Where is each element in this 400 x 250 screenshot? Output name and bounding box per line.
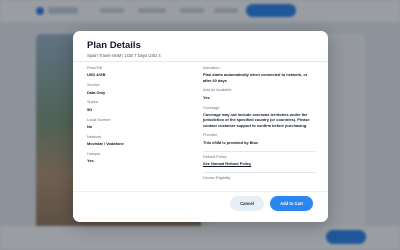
modal-title: Plan Details — [87, 40, 141, 51]
field-label: Hotspot — [87, 151, 101, 156]
field-value: USD 4/GB — [87, 72, 106, 78]
field-hotspot: Hotspot Yes — [87, 152, 187, 164]
field-label: Add-on Available — [203, 88, 232, 93]
field-value: 5G — [87, 106, 93, 112]
divider — [203, 171, 315, 173]
field-add-on: Add-on Available Yes — [203, 88, 315, 100]
field-label: Device Eligibility — [203, 175, 231, 180]
field-value: Yes — [87, 158, 94, 164]
field-network: Network Movistar / Vodafone — [87, 135, 187, 147]
field-value: Movistar / Vodafone — [87, 141, 124, 147]
field-label: Provider — [203, 133, 218, 138]
field-provider: Provider This eSIM is provided by Blue — [203, 133, 315, 145]
field-label: Activation — [203, 66, 220, 70]
left-detail-column: Price/GB USD 4/GB Service Data Only Spee… — [87, 66, 187, 169]
field-label: Coverage — [203, 105, 220, 110]
field-label: Refund Policy — [203, 154, 227, 159]
cancel-button[interactable]: Cancel — [230, 196, 264, 211]
field-label: Service — [87, 83, 100, 88]
field-value: No — [87, 123, 93, 129]
field-value: This eSIM is provided by Blue — [203, 139, 259, 145]
field-local-number: Local Number No — [87, 118, 187, 130]
field-label: Network — [87, 134, 101, 139]
modal-subtitle: Spain Travel eSIM | 1GB 7 Days USD 4 — [87, 53, 161, 58]
field-activation: Activation Plan starts automatically whe… — [203, 66, 315, 83]
add-to-cart-button[interactable]: Add to Cart — [270, 196, 313, 211]
field-price: Price/GB USD 4/GB — [87, 66, 187, 78]
field-value: Yes — [203, 94, 210, 100]
field-value: Data Only — [87, 89, 106, 95]
field-value: Plan starts automatically when connected… — [203, 72, 308, 83]
field-device-eligibility: Device Eligibility — [203, 176, 315, 181]
field-refund-policy: Refund Policy See Nomad Refund Policy — [203, 155, 315, 167]
field-label: Speed — [87, 100, 98, 105]
divider — [73, 61, 328, 62]
plan-details-modal: Plan Details Spain Travel eSIM | 1GB 7 D… — [73, 31, 328, 222]
field-value: Coverage may not include overseas territ… — [203, 112, 310, 128]
field-service: Service Data Only — [87, 83, 187, 95]
field-coverage: Coverage Coverage may not include overse… — [203, 106, 315, 128]
field-label: Local Number — [87, 117, 111, 122]
refund-policy-link[interactable]: See Nomad Refund Policy — [203, 161, 315, 166]
field-label: Price/GB — [87, 66, 103, 70]
field-speed: Speed 5G — [87, 100, 187, 112]
right-detail-column: Activation Plan starts automatically whe… — [203, 66, 315, 186]
divider — [203, 150, 315, 152]
